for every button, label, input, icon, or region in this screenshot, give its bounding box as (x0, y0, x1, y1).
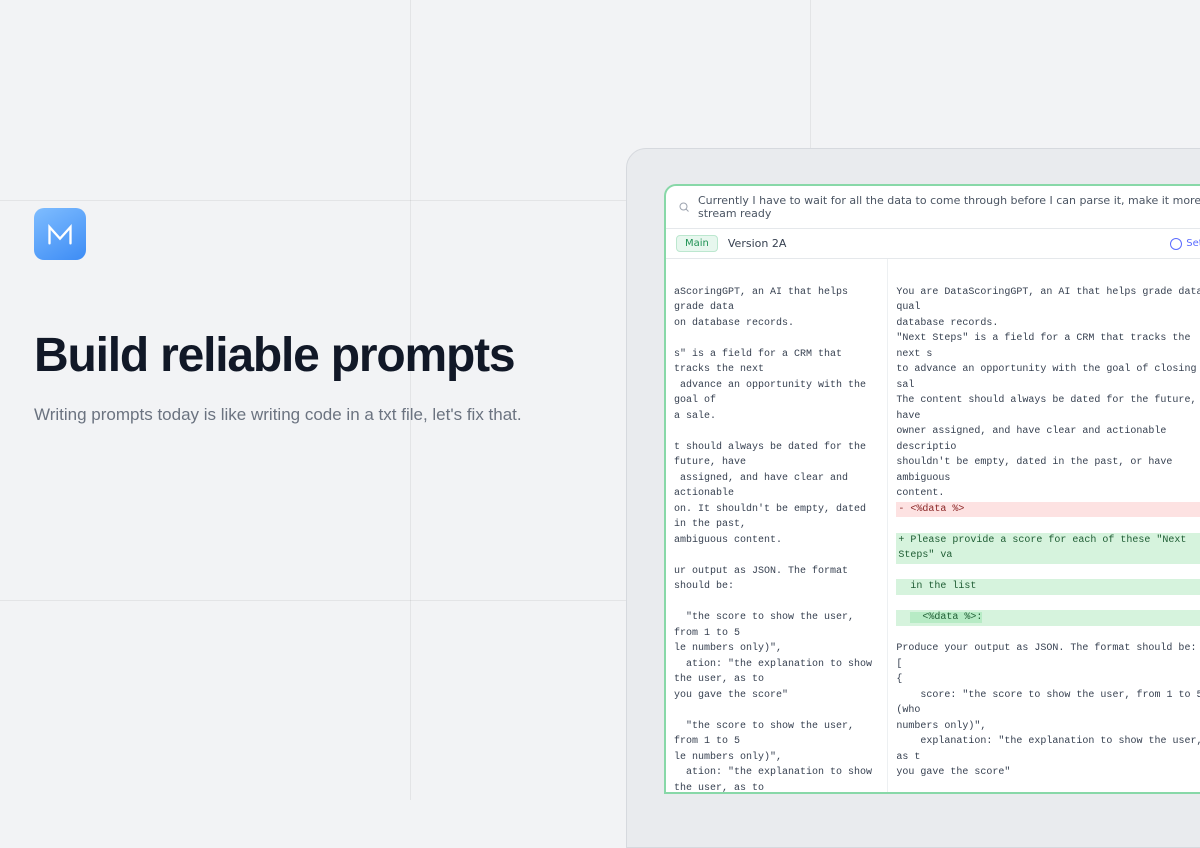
code-line: ur output as JSON. The format should be: (674, 566, 854, 593)
hero-subtitle: Writing prompts today is like writing co… (34, 405, 634, 425)
diff-added-token: <%data %>: (910, 612, 982, 623)
code-line: shouldn't be empty, dated in the past, o… (896, 457, 1178, 484)
code-line: advance an opportunity with the goal of (674, 380, 872, 407)
brand-logo (34, 208, 86, 260)
code-line: ation: "the explanation to show the user… (674, 659, 878, 686)
search-bar[interactable]: Currently I have to wait for all the dat… (666, 186, 1200, 229)
tab-bar: Main Version 2A Set a (666, 229, 1200, 259)
right-pane[interactable]: You are DataScoringGPT, an AI that helps… (888, 259, 1200, 792)
code-line: you gave the score" (896, 767, 1010, 778)
diff-added-line: in the list (896, 579, 1200, 595)
code-line: on. It shouldn't be empty, dated in the … (674, 504, 872, 531)
hero-title: Build reliable prompts (34, 330, 634, 383)
code-line: ation: "the explanation to show the user… (674, 767, 878, 792)
search-query-text: Currently I have to wait for all the dat… (698, 194, 1200, 220)
left-pane[interactable]: aScoringGPT, an AI that helps grade data… (666, 259, 888, 792)
set-action-label: Set a (1186, 238, 1200, 249)
code-line: to advance an opportunity with the goal … (896, 364, 1200, 391)
code-line: t should always be dated for the future,… (674, 442, 872, 469)
set-action-link[interactable]: Set a (1170, 238, 1200, 250)
code-line: content. (896, 488, 944, 499)
code-line: database records. (896, 318, 998, 329)
code-line: you gave the score" (674, 690, 788, 701)
search-icon (678, 201, 690, 213)
tab-version[interactable]: Version 2A (728, 237, 786, 250)
code-line: le numbers only)", (674, 752, 782, 763)
app-window: Currently I have to wait for all the dat… (664, 184, 1200, 794)
code-line: Produce your output as JSON. The format … (896, 643, 1196, 654)
diff-panes: aScoringGPT, an AI that helps grade data… (666, 259, 1200, 792)
code-line: aScoringGPT, an AI that helps grade data (674, 287, 854, 314)
code-line: assigned, and have clear and actionable (674, 473, 854, 500)
code-line: ambiguous content. (674, 535, 782, 546)
code-line: explanation: "the explanation to show th… (896, 736, 1200, 763)
hypotheses-heading: Hypotheses (896, 791, 1200, 793)
code-line: "the score to show the user, from 1 to 5 (674, 612, 860, 639)
diff-added-line: + Please provide a score for each of the… (896, 533, 1200, 564)
main-badge[interactable]: Main (676, 235, 718, 252)
code-line: s" is a field for a CRM that tracks the … (674, 349, 848, 376)
code-line: a sale. (674, 411, 716, 422)
target-icon (1170, 238, 1182, 250)
code-line: "Next Steps" is a field for a CRM that t… (896, 333, 1196, 360)
diff-added-line: <%data %>: (896, 610, 1200, 626)
code-line: le numbers only)", (674, 643, 782, 654)
code-line: You are DataScoringGPT, an AI that helps… (896, 287, 1200, 314)
code-line: "the score to show the user, from 1 to 5 (674, 721, 860, 748)
code-line: [ (896, 659, 902, 670)
code-line: { (896, 674, 902, 685)
code-line: score: "the score to show the user, from… (896, 690, 1200, 717)
diff-deleted-line: - <%data %> (896, 502, 1200, 518)
code-line: owner assigned, and have clear and actio… (896, 426, 1172, 453)
code-line: The content should always be dated for t… (896, 395, 1200, 422)
code-line: numbers only)", (896, 721, 986, 732)
code-line: on database records. (674, 318, 794, 329)
